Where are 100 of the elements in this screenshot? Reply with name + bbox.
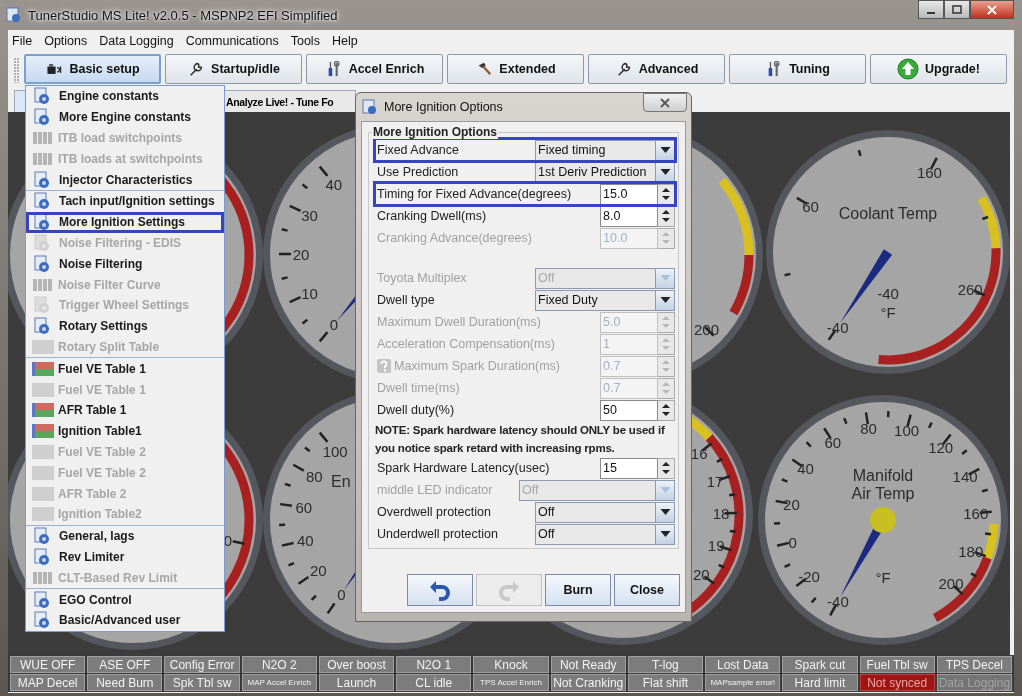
status-indicator: Launch xyxy=(318,674,395,691)
gauge-tick-label: 160 xyxy=(916,164,942,182)
status-indicator: Hard limit xyxy=(782,674,858,691)
gauge-tick-label: 100 xyxy=(894,422,920,440)
gauge-tick-label: 20 xyxy=(292,246,310,263)
menu-item[interactable]: Injector Characteristics xyxy=(26,169,224,190)
app-icon xyxy=(6,7,22,23)
gauge-units: °F xyxy=(875,569,891,586)
gauge-tick-label: -40 xyxy=(826,318,849,336)
menu-item[interactable]: Tach input/Ignition settings xyxy=(26,191,224,212)
status-indicator: Spark cut xyxy=(782,656,858,673)
menu-item[interactable]: Ignition Table1 xyxy=(26,420,224,442)
gauge-tick-label: 80 xyxy=(860,420,877,438)
maximize-button[interactable] xyxy=(944,0,970,19)
app-icon xyxy=(362,99,378,115)
settings-icon xyxy=(33,108,51,127)
field-label: Spark Hardware Latency(usec) xyxy=(377,461,550,475)
gauge-tick-label: 60 xyxy=(824,433,842,451)
dialog-button[interactable]: Burn xyxy=(545,574,611,606)
settings-icon xyxy=(33,192,51,211)
status-indicator: Spk Tbl sw xyxy=(164,674,240,691)
spinner-arrows-icon xyxy=(661,186,671,202)
gauge-title: Coolant Temp xyxy=(838,205,938,222)
gauge-tick-label: 260 xyxy=(957,280,983,298)
dropdown[interactable]: Fixed Duty xyxy=(535,289,675,311)
field-label: Maximum Spark Duration(ms) xyxy=(394,359,560,373)
toolbar-button[interactable]: Upgrade! xyxy=(870,53,1007,84)
minimize-button[interactable] xyxy=(918,0,944,19)
field-label: Maximum Dwell Duration(ms) xyxy=(377,315,541,329)
status-indicator: WUE OFF xyxy=(10,656,86,673)
status-indicator: Not Ready xyxy=(550,656,626,673)
toolbar-button[interactable]: Accel Enrich xyxy=(306,53,443,84)
gauge-tick-label: 60 xyxy=(295,499,313,517)
group-title: More Ignition Options xyxy=(372,125,498,139)
toolbar-button[interactable]: Basic setup xyxy=(24,53,161,84)
table-icon xyxy=(32,360,54,377)
close-button[interactable] xyxy=(643,93,687,112)
status-indicator: N2O 2 xyxy=(241,656,317,673)
spinner-arrows-icon xyxy=(661,208,671,224)
status-indicator: Not synced xyxy=(859,674,935,691)
menu-item[interactable]: File xyxy=(12,34,33,48)
toolbar-button[interactable]: Extended xyxy=(447,53,584,84)
spinner-arrows-icon xyxy=(661,460,671,476)
menu-item[interactable]: Communications xyxy=(185,34,279,48)
gauge-tick-label: 200 xyxy=(938,575,964,593)
dropdown[interactable]: Off xyxy=(535,501,675,523)
status-indicator: TPS Decel xyxy=(936,656,1012,673)
menu-item[interactable]: Help xyxy=(331,34,358,48)
menu-item[interactable]: General, lags xyxy=(26,525,224,547)
gauge-tick-label: 0 xyxy=(788,533,797,551)
menu-item[interactable]: Tools xyxy=(290,34,320,48)
gauge-tick-label: 10 xyxy=(301,284,318,302)
gauge-value: -40 xyxy=(877,285,899,302)
close-button[interactable] xyxy=(970,0,1014,19)
toolbar-button[interactable]: Startup/idle xyxy=(165,53,302,84)
gauge-tick-label: 160 xyxy=(963,505,989,523)
menu-item[interactable]: Data Logging xyxy=(99,34,174,48)
field-label: Toyota Multiplex xyxy=(377,271,467,285)
dropdown[interactable]: Off xyxy=(535,523,675,545)
gauge-tick-label: -40 xyxy=(827,593,849,611)
caret-icon xyxy=(659,509,671,515)
menu-item[interactable]: More Ignition Settings xyxy=(26,211,224,233)
grid-icon xyxy=(32,569,54,586)
table-icon xyxy=(32,506,54,523)
caret-icon xyxy=(659,297,671,303)
menu-item[interactable]: Basic/Advanced user xyxy=(26,609,224,631)
menu-item[interactable]: Options xyxy=(44,34,88,48)
table-icon xyxy=(32,423,54,440)
gauge-tick-label: 40 xyxy=(296,532,314,550)
menu-item[interactable]: Rotary Settings xyxy=(26,315,224,337)
status-indicator: MAP Decel xyxy=(10,674,86,691)
field-label: Fixed Advance xyxy=(377,143,459,157)
dropdown[interactable]: Fixed timing xyxy=(535,139,675,161)
menu-item[interactable]: Fuel VE Table 1 xyxy=(26,358,224,380)
menu-item[interactable]: EGO Control xyxy=(26,589,224,610)
field-label: Acceleration Compensation(ms) xyxy=(377,337,555,351)
dialog-button[interactable]: Close xyxy=(614,574,680,606)
menu-item[interactable]: Rev Limiter xyxy=(26,546,224,568)
status-indicator: Knock xyxy=(473,656,549,673)
caret-icon xyxy=(659,275,671,281)
toolbar-button[interactable]: Tuning xyxy=(729,53,866,84)
dialog-title: More Ignition Options xyxy=(384,100,503,114)
status-indicator: Not Cranking xyxy=(550,674,626,691)
settings-icon xyxy=(33,233,51,252)
status-indicator: Over boost xyxy=(318,656,395,673)
gauge-title: Manifold Air Temp xyxy=(851,467,915,502)
menu-item[interactable]: Noise Filtering xyxy=(26,253,224,275)
toolbar-button[interactable]: Advanced xyxy=(588,53,725,84)
gauge-title: En xyxy=(331,473,351,490)
field-label: Overdwell protection xyxy=(377,505,491,519)
gauge-tick-label: 40 xyxy=(797,460,814,478)
undo-button[interactable] xyxy=(407,574,473,606)
table-icon xyxy=(32,402,54,419)
table-icon xyxy=(32,485,54,502)
menu-item[interactable]: AFR Table 1 xyxy=(26,399,224,421)
field-label: Timing for Fixed Advance(degrees) xyxy=(377,187,572,201)
status-indicator: Lost Data xyxy=(705,656,781,673)
status-indicator: TPS Accel Enrich xyxy=(473,674,549,691)
gauge-tick-label: 20 xyxy=(310,562,327,580)
gauge-tick-label: 200 xyxy=(694,320,720,338)
